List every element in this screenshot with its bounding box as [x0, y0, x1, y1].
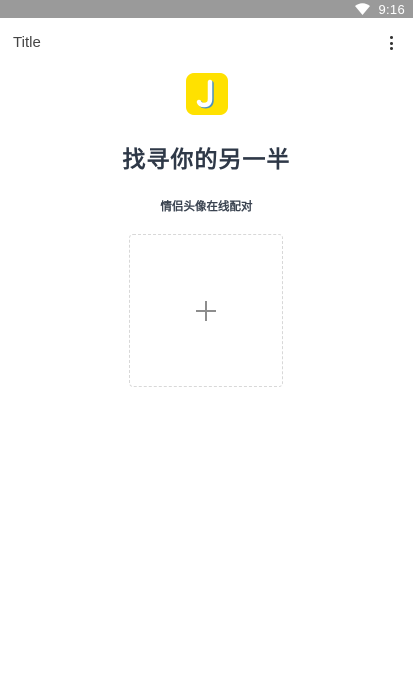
status-bar: 9:16	[0, 0, 413, 18]
page-title: 找寻你的另一半	[122, 147, 291, 173]
plus-icon	[196, 301, 216, 321]
page-subtitle: 情侣头像在线配对	[160, 199, 253, 213]
menu-dot	[389, 36, 393, 40]
logo-letter-j-icon	[196, 79, 214, 109]
status-time: 9:16	[378, 1, 405, 17]
wifi-icon	[355, 3, 371, 15]
app-screen: 9:16 Title 找寻你的另一半 情侣头像在线配对	[0, 0, 413, 693]
menu-dot	[389, 46, 393, 50]
app-logo	[186, 73, 228, 115]
app-title: Title	[13, 34, 41, 51]
menu-dot	[389, 41, 393, 45]
more-vert-icon[interactable]	[377, 28, 405, 58]
avatar-upload-button[interactable]	[129, 234, 283, 387]
app-bar: Title	[0, 18, 413, 68]
